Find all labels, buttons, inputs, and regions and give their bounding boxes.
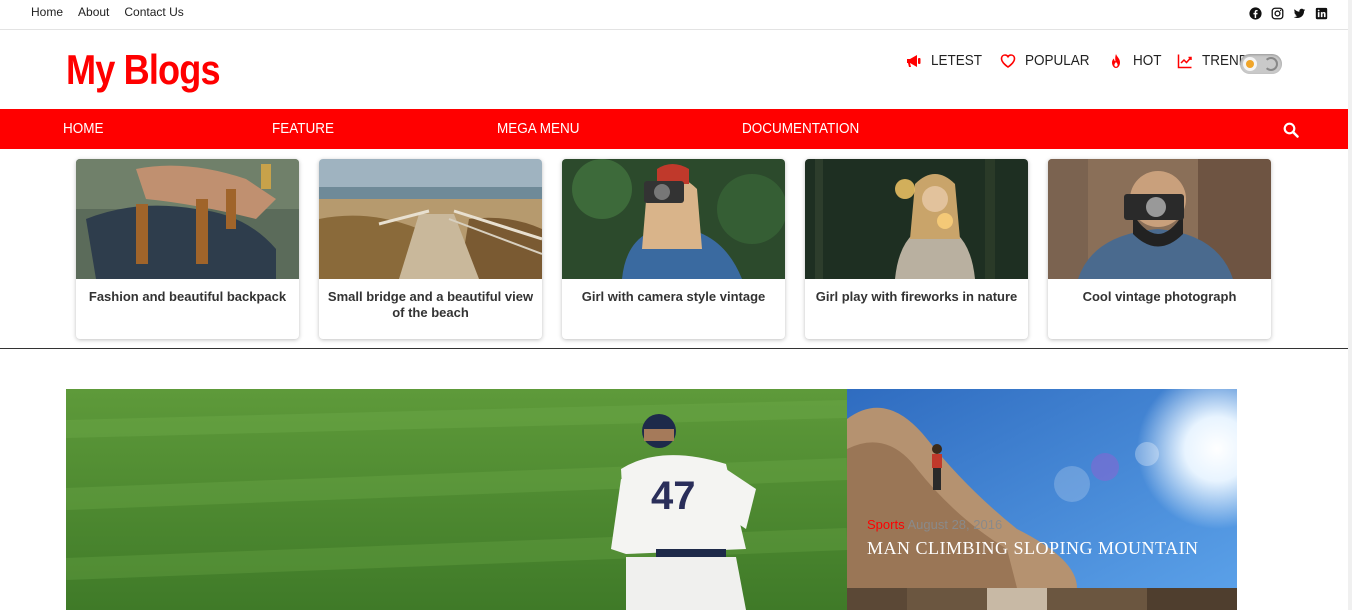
page-scrollbar[interactable] [1348,0,1352,610]
linkedin-icon[interactable] [1315,7,1328,20]
menu-item-home[interactable]: HOME [63,120,104,137]
header-nav-label: LETEST [931,52,983,69]
fire-icon [1112,53,1121,68]
hero-side-post[interactable]: Sports August 28, 2016 MAN CLIMBING SLOP… [847,389,1237,588]
twitter-icon[interactable] [1293,7,1306,20]
featured-card[interactable]: Girl play with fireworks in nature [805,159,1028,339]
featured-card[interactable]: Small bridge and a beautiful view of the… [319,159,542,339]
hero-side-meta: Sports August 28, 2016 [867,517,1002,532]
menu-item-feature[interactable]: FEATURE [272,120,334,137]
menu-item-documentation[interactable]: DOCUMENTATION [742,120,859,137]
sun-icon [1243,57,1257,71]
social-links [1249,7,1328,20]
top-link-home[interactable]: Home [31,5,63,19]
hero-side-title[interactable]: MAN CLIMBING SLOPING MOUNTAIN [867,538,1199,559]
hero-side-image-2 [847,588,1237,610]
header-nav: LETEST POPULAR HOT TRENDING [906,52,1292,69]
section-divider [0,348,1348,349]
card-caption: Cool vintage photograph [1082,289,1237,304]
hero-main-image: 47 [66,389,847,610]
card-image-vintage-photographer [1048,159,1271,279]
card-caption: Fashion and beautiful backpack [88,289,287,304]
featured-card[interactable]: Cool vintage photograph [1048,159,1271,339]
header-nav-label: POPULAR [1024,52,1090,69]
card-caption: Small bridge and a beautiful view of the… [327,289,534,320]
trending-icon [1177,54,1192,68]
header-nav-popular[interactable]: POPULAR [1000,52,1097,69]
card-image-camera-girl [562,159,785,279]
card-image-backpack [76,159,299,279]
featured-card[interactable]: Fashion and beautiful backpack [76,159,299,339]
svg-text:47: 47 [651,474,696,518]
instagram-icon[interactable] [1271,7,1284,20]
hero-side-post-2[interactable] [847,588,1237,610]
theme-toggle[interactable] [1240,54,1282,74]
card-caption: Girl with camera style vintage [581,289,766,304]
megaphone-icon [907,54,921,67]
header-nav-hot[interactable]: HOT [1108,52,1165,69]
facebook-icon[interactable] [1249,7,1262,20]
top-bar: Home About Contact Us [0,0,1348,30]
site-logo[interactable]: My Blogs [66,46,221,94]
heart-icon [1000,53,1015,68]
hero-main-post[interactable]: 47 [66,389,847,610]
card-image-beach-bridge [319,159,542,279]
moon-icon [1264,57,1278,71]
search-icon[interactable] [1283,122,1299,138]
post-date: August 28, 2016 [907,517,1003,532]
card-caption: Girl play with fireworks in nature [815,289,1018,304]
featured-cards: Fashion and beautiful backpack Small bri… [76,159,1271,339]
header-nav-latest[interactable]: LETEST [906,52,988,69]
card-image-fireworks-girl [805,159,1028,279]
featured-card[interactable]: Girl with camera style vintage [562,159,785,339]
top-link-about[interactable]: About [78,5,109,19]
top-nav: Home About Contact Us [31,5,184,19]
category-label[interactable]: Sports [867,517,905,532]
menu-item-mega-menu[interactable]: MEGA MENU [497,120,580,137]
header-nav-label: HOT [1133,52,1162,69]
main-menu: HOME FEATURE MEGA MENU DOCUMENTATION [0,109,1348,149]
top-link-contact[interactable]: Contact Us [124,5,183,19]
